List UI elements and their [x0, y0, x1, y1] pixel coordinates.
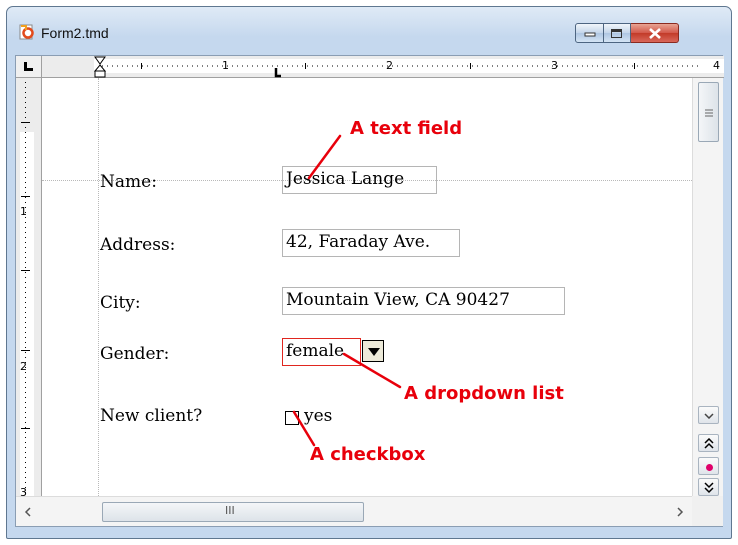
vruler-mark-1: 1: [20, 205, 27, 218]
vertical-scroll-thumb[interactable]: [698, 82, 719, 142]
document-page[interactable]: Name: Jessica Lange Address: 42, Faraday…: [42, 78, 692, 496]
next-page-button[interactable]: [698, 478, 719, 496]
next-page-icon: [704, 482, 714, 494]
scroll-right-icon[interactable]: [676, 507, 684, 517]
vertical-scrollbar[interactable]: [692, 78, 723, 496]
vruler-mark-2: 2: [20, 360, 27, 373]
scroll-down-button[interactable]: [698, 406, 719, 424]
maximize-button[interactable]: [604, 23, 631, 43]
prev-page-icon: [704, 438, 714, 449]
checkbox-annotation: A checkbox: [310, 444, 426, 465]
text-field-annotation-arrow: [307, 134, 342, 180]
grip-icon: [705, 109, 713, 117]
horizontal-grip: III: [225, 504, 235, 517]
app-icon: [19, 24, 34, 40]
close-button[interactable]: [631, 23, 679, 43]
window-title: Form2.tmd: [41, 25, 109, 41]
ruler-mark-4: 4: [713, 59, 720, 72]
indent-marker-icon[interactable]: [94, 56, 108, 78]
document-client-area: 1 2 3 4 1 2 3 Name: Jessica Lange Addres…: [15, 55, 724, 527]
tab-type-selector[interactable]: [16, 56, 42, 78]
select-browse-object-icon: [706, 464, 713, 471]
app-window: Form2.tmd 1 2 3 4 1 2 3 Name: Jessica La…: [6, 6, 732, 539]
title-bar[interactable]: Form2.tmd: [7, 7, 731, 55]
scroll-down-icon: [704, 413, 714, 419]
checkbox-annotation-arrow: [292, 410, 316, 447]
dropdown-annotation-arrow: [342, 352, 402, 389]
horizontal-scroll-thumb[interactable]: III: [102, 502, 364, 522]
minimize-icon: [584, 32, 596, 37]
scroll-left-icon[interactable]: [24, 507, 32, 517]
vertical-ruler-ticks: [21, 82, 30, 496]
maximize-icon: [611, 29, 622, 38]
annotation-arrows: [292, 134, 402, 447]
prev-page-button[interactable]: [698, 434, 719, 452]
horizontal-scrollbar[interactable]: III: [16, 496, 692, 526]
dropdown-annotation: A dropdown list: [404, 383, 564, 404]
minimize-button[interactable]: [575, 23, 604, 43]
ruler-mark-3: 3: [551, 59, 558, 72]
tab-stop-icon: [24, 62, 33, 71]
ruler-mark-2: 2: [386, 59, 393, 72]
scrollbar-corner: [692, 496, 723, 526]
vertical-ruler[interactable]: 1 2 3: [16, 78, 42, 499]
close-icon: [649, 28, 661, 39]
text-field-annotation: A text field: [350, 118, 463, 139]
select-browse-object-button[interactable]: [698, 457, 719, 475]
horizontal-ruler[interactable]: 1 2 3 4: [42, 56, 724, 78]
ruler-ticks: [102, 63, 702, 78]
ruler-mark-1: 1: [222, 59, 229, 72]
